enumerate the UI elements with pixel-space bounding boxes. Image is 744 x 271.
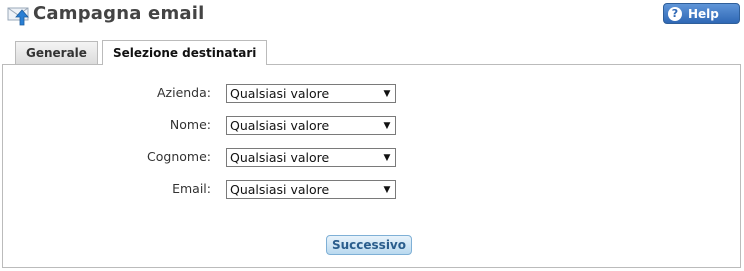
filter-row-email: Email: Qualsiasi valore ▼ (3, 180, 742, 200)
page-title: Campagna email (33, 3, 205, 24)
filter-row-cognome: Cognome: Qualsiasi valore ▼ (3, 148, 742, 168)
help-button[interactable]: ? Help (663, 3, 740, 24)
tab-generale[interactable]: Generale (15, 41, 98, 64)
filter-row-azienda: Azienda: Qualsiasi valore ▼ (3, 84, 742, 104)
page-header: Campagna email ? Help (0, 0, 744, 34)
filter-label-azienda: Azienda: (156, 85, 211, 100)
nome-select[interactable]: Qualsiasi valore ▼ (226, 116, 396, 135)
cognome-select-value: Qualsiasi valore (230, 150, 330, 165)
dropdown-arrow-icon: ▼ (383, 184, 391, 195)
tab-bar: Generale Selezione destinatari (15, 40, 271, 65)
dropdown-arrow-icon: ▼ (383, 120, 391, 131)
recipients-panel: Azienda: Qualsiasi valore ▼ Nome: Qualsi… (2, 64, 741, 268)
help-button-label: Help (688, 6, 719, 21)
next-button[interactable]: Successivo (326, 235, 412, 255)
email-select-value: Qualsiasi valore (230, 182, 330, 197)
cognome-select[interactable]: Qualsiasi valore ▼ (226, 148, 396, 167)
filter-label-nome: Nome: (169, 117, 211, 132)
azienda-select-value: Qualsiasi valore (230, 86, 330, 101)
email-select[interactable]: Qualsiasi valore ▼ (226, 180, 396, 199)
dropdown-arrow-icon: ▼ (383, 152, 391, 163)
filter-label-email: Email: (172, 181, 211, 196)
azienda-select[interactable]: Qualsiasi valore ▼ (226, 84, 396, 103)
question-icon: ? (668, 6, 682, 21)
filter-label-cognome: Cognome: (147, 149, 211, 164)
mail-upload-icon (7, 7, 29, 26)
nome-select-value: Qualsiasi valore (230, 118, 330, 133)
filter-row-nome: Nome: Qualsiasi valore ▼ (3, 116, 742, 136)
tab-selezione-destinatari[interactable]: Selezione destinatari (101, 40, 268, 65)
dropdown-arrow-icon: ▼ (383, 88, 391, 99)
